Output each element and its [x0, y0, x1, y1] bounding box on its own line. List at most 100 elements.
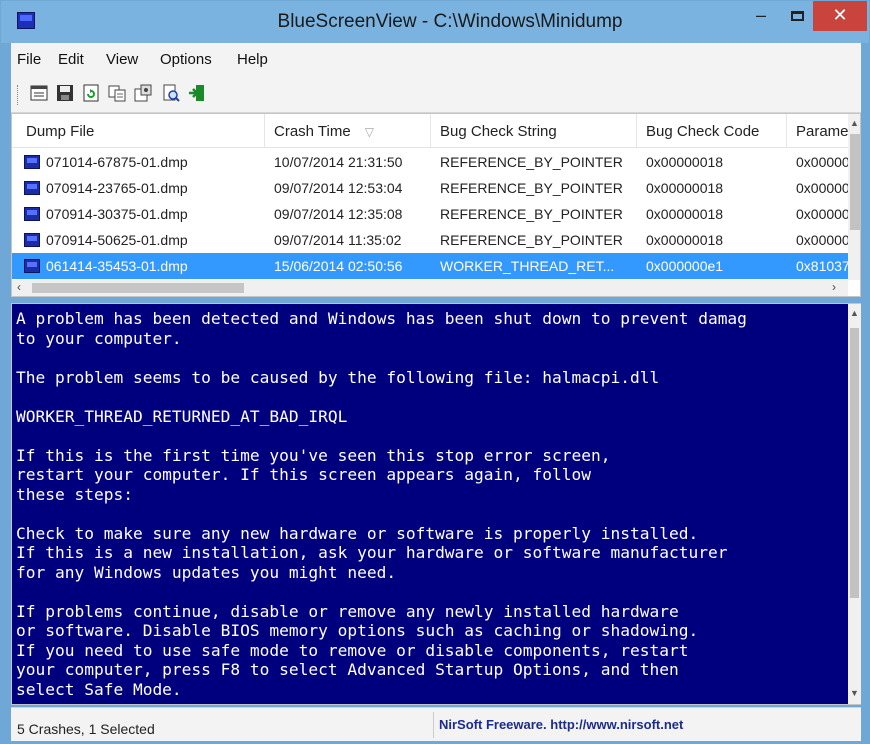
bluescreen-line: If you need to use safe mode to remove o…	[16, 640, 689, 660]
crash-list[interactable]: Dump File Crash Time ▽ Bug Check String B…	[11, 113, 861, 297]
dump-file-icon	[24, 155, 40, 169]
cell-bug-check-string: REFERENCE_BY_POINTER	[440, 206, 623, 222]
copy-icon[interactable]	[107, 83, 127, 103]
bluescreen-scrollbar[interactable]: ▲ ▼	[848, 304, 861, 704]
list-vertical-scrollbar[interactable]: ▲	[848, 114, 860, 280]
bluescreen-line: Check to make sure any new hardware or s…	[16, 523, 699, 543]
bluescreen-line: restart your computer. If this screen ap…	[16, 465, 591, 484]
cell-bug-check-code: 0x00000018	[646, 232, 724, 248]
title-bar[interactable]: BlueScreenView - C:\Windows\Minidump – ✕	[1, 1, 869, 43]
dump-file-icon	[24, 207, 40, 221]
table-row[interactable]: 071014-67875-01.dmp 10/07/2014 21:31:50 …	[12, 149, 848, 175]
cell-bug-check-string: WORKER_THREAD_RET...	[440, 258, 615, 274]
cell-bug-check-code: 0x000000e1	[646, 258, 724, 274]
status-bar: 5 Crashes, 1 Selected NirSoft Freeware. …	[11, 707, 861, 741]
cell-crash-time: 15/06/2014 02:50:56	[274, 258, 403, 274]
cell-parameter: 0x00000C	[796, 180, 848, 196]
scroll-up-icon[interactable]: ▲	[850, 118, 859, 128]
menu-view[interactable]: View	[106, 51, 138, 68]
column-crash-time[interactable]: Crash Time ▽	[274, 123, 374, 140]
bluescreen-line: If this is a new installation, ask your …	[16, 543, 728, 562]
cell-crash-time: 09/07/2014 12:35:08	[274, 206, 403, 222]
table-row[interactable]: 070914-23765-01.dmp 09/07/2014 12:53:04 …	[12, 175, 848, 201]
bluescreen-line	[16, 504, 844, 524]
column-parameter[interactable]: Parame	[796, 123, 849, 140]
cell-dump-file: 070914-30375-01.dmp	[46, 206, 188, 222]
bluescreen-line: your computer, press F8 to select Advanc…	[16, 660, 679, 679]
window-title: BlueScreenView - C:\Windows\Minidump	[277, 11, 623, 32]
sort-arrow-icon: ▽	[364, 125, 374, 139]
list-horizontal-scrollbar[interactable]: ‹ ›	[12, 280, 848, 296]
find-icon[interactable]	[161, 83, 181, 103]
cell-crash-time: 09/07/2014 11:35:02	[274, 232, 402, 248]
properties-icon[interactable]	[29, 83, 49, 103]
table-row[interactable]: 070914-30375-01.dmp 09/07/2014 12:35:08 …	[12, 201, 848, 227]
menu-edit[interactable]: Edit	[58, 51, 84, 68]
status-divider	[433, 712, 434, 738]
cell-dump-file: 071014-67875-01.dmp	[46, 154, 188, 170]
crash-count-status: 5 Crashes, 1 Selected	[17, 721, 155, 737]
cell-bug-check-string: REFERENCE_BY_POINTER	[440, 232, 623, 248]
cell-bug-check-code: 0x00000018	[646, 206, 724, 222]
refresh-icon[interactable]	[81, 83, 101, 103]
bluescreen-line	[16, 387, 844, 407]
table-row[interactable]: 070914-50625-01.dmp 09/07/2014 11:35:02 …	[12, 227, 848, 253]
advanced-options-icon[interactable]	[133, 83, 153, 103]
cell-parameter: 0x00000C	[796, 232, 848, 248]
column-crash-time-label: Crash Time	[274, 123, 351, 140]
bluescreen-line: WORKER_THREAD_RETURNED_AT_BAD_IRQL	[16, 406, 348, 426]
bluescreen-text: A problem has been detected and Windows …	[12, 304, 848, 704]
column-dump-file[interactable]: Dump File	[26, 123, 94, 140]
toolbar-grip[interactable]	[17, 85, 20, 105]
column-divider[interactable]	[786, 114, 787, 148]
list-header: Dump File Crash Time ▽ Bug Check String B…	[12, 114, 849, 148]
menu-file[interactable]: File	[17, 51, 41, 68]
scroll-left-icon[interactable]: ‹	[17, 280, 21, 294]
scrollbar-thumb[interactable]	[32, 283, 244, 293]
save-icon[interactable]	[55, 83, 75, 103]
column-divider[interactable]	[264, 114, 265, 148]
maximize-button[interactable]	[782, 1, 812, 31]
column-bug-check-string[interactable]: Bug Check String	[440, 123, 557, 140]
bluescreen-line: or software. Disable BIOS memory options…	[16, 621, 699, 640]
cell-crash-time: 09/07/2014 12:53:04	[274, 180, 403, 196]
cell-parameter: 0x00000C	[796, 206, 848, 222]
bluescreen-line	[16, 582, 844, 602]
cell-parameter: 0x00000C	[796, 154, 848, 170]
menu-options[interactable]: Options	[160, 51, 212, 68]
bluescreen-line: A problem has been detected and Windows …	[16, 309, 747, 328]
cell-dump-file: 070914-50625-01.dmp	[46, 232, 188, 248]
bluescreen-line: to your computer.	[16, 328, 182, 348]
close-button[interactable]: ✕	[813, 1, 867, 31]
bluescreen-line: these steps:	[16, 484, 133, 504]
bluescreen-line: The problem seems to be caused by the fo…	[16, 367, 660, 387]
bluescreen-line	[16, 426, 844, 446]
cell-bug-check-code: 0x00000018	[646, 180, 724, 196]
dump-file-icon	[24, 233, 40, 247]
maximize-icon	[790, 11, 804, 21]
toolbar	[11, 75, 861, 113]
bluescreenview-window: BlueScreenView - C:\Windows\Minidump – ✕…	[0, 0, 870, 744]
scrollbar-thumb[interactable]	[850, 328, 859, 598]
cell-dump-file: 070914-23765-01.dmp	[46, 180, 188, 196]
menu-help[interactable]: Help	[237, 51, 268, 68]
cell-bug-check-code: 0x00000018	[646, 154, 724, 170]
minimize-button[interactable]: –	[744, 1, 778, 31]
scroll-right-icon[interactable]: ›	[832, 280, 836, 294]
scrollbar-thumb[interactable]	[850, 134, 860, 230]
nirsoft-link[interactable]: NirSoft Freeware. http://www.nirsoft.net	[439, 717, 683, 732]
exit-icon[interactable]	[187, 83, 207, 103]
column-bug-check-code[interactable]: Bug Check Code	[646, 123, 759, 140]
bluescreen-pane: A problem has been detected and Windows …	[11, 303, 861, 705]
scroll-down-icon[interactable]: ▼	[850, 688, 859, 698]
column-divider[interactable]	[636, 114, 637, 148]
bluescreen-line: select Safe Mode.	[16, 679, 182, 699]
dump-file-icon	[24, 259, 40, 273]
bluescreen-line: If problems continue, disable or remove …	[16, 601, 679, 621]
scroll-up-icon[interactable]: ▲	[850, 308, 859, 318]
cell-dump-file: 061414-35453-01.dmp	[46, 258, 188, 274]
table-row-selected[interactable]: 061414-35453-01.dmp 15/06/2014 02:50:56 …	[12, 253, 848, 279]
menu-bar: File Edit View Options Help	[11, 43, 861, 75]
column-divider[interactable]	[430, 114, 431, 148]
dump-file-icon	[24, 181, 40, 195]
